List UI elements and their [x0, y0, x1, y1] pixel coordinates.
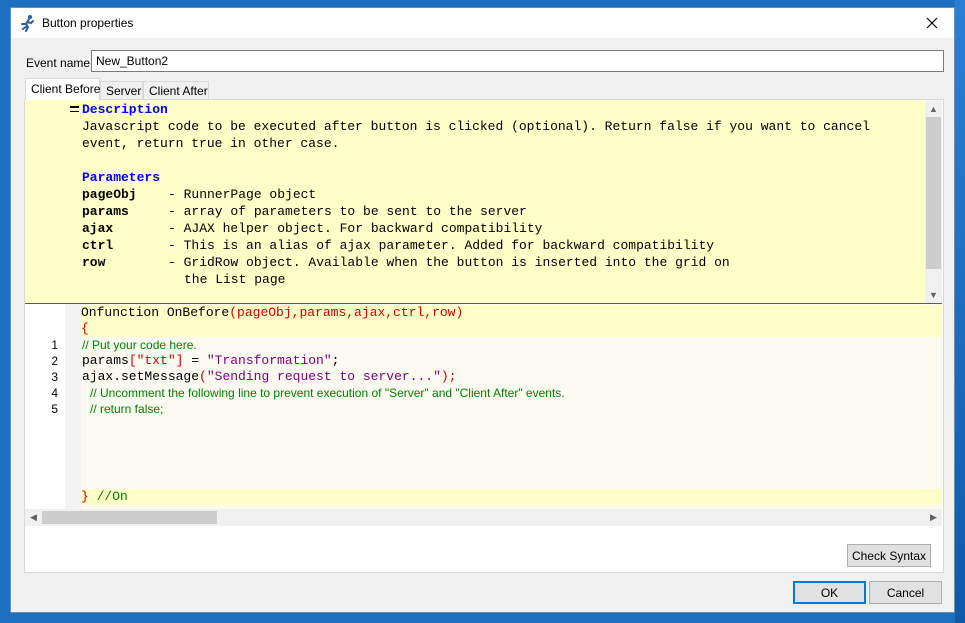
param-row: pageObj: [82, 186, 137, 203]
param-name: pageObj: [82, 187, 137, 202]
code-line: params["txt"] = "Transformation";: [82, 353, 339, 369]
function-args: (pageObj,params,ajax,ctrl,row): [229, 305, 464, 320]
scroll-left-arrow-icon[interactable]: ◀: [25, 509, 42, 526]
dialog-title: Button properties: [42, 16, 134, 30]
cancel-button[interactable]: Cancel: [869, 581, 942, 604]
code-token: params: [82, 353, 129, 368]
description-text-line: event, return true in other case.: [82, 136, 340, 151]
event-name-input[interactable]: [91, 50, 944, 72]
param-desc: - GridRow object. Available when the but…: [168, 255, 730, 270]
line-number: 1: [51, 338, 58, 352]
code-line: // Put your code here.: [82, 338, 197, 352]
code-line: ajax.setMessage("Sending request to serv…: [82, 369, 457, 385]
tab-panel-client-before: Description Javascript code to be execut…: [24, 99, 944, 573]
code-token: ajax.setMessage: [82, 369, 200, 384]
fold-margin: [65, 304, 81, 509]
function-name: Onfunction OnBefore: [81, 305, 230, 320]
desktop-background: [955, 0, 965, 623]
code-token: (: [199, 369, 207, 384]
open-brace: {: [81, 321, 942, 337]
line-number: 2: [51, 354, 58, 368]
description-panel: Description Javascript code to be execut…: [25, 100, 938, 303]
param-row: row: [82, 254, 105, 271]
scroll-right-arrow-icon[interactable]: ▶: [925, 509, 942, 526]
param-row: ajax: [82, 220, 113, 237]
ok-button[interactable]: OK: [793, 581, 866, 604]
scroll-down-arrow-icon[interactable]: ▼: [925, 286, 942, 303]
running-man-icon: [21, 15, 34, 32]
description-heading: Description: [82, 102, 168, 117]
tab-client-after[interactable]: Client After: [143, 81, 209, 99]
param-desc-continued: the List page: [184, 272, 286, 287]
param-name: row: [82, 255, 106, 270]
code-string: "Sending request to server...": [206, 369, 441, 384]
line-number: 5: [51, 402, 58, 416]
scrollbar-thumb[interactable]: [926, 117, 941, 269]
title-bar[interactable]: Button properties: [11, 8, 954, 38]
param-desc: - AJAX helper object. For backward compa…: [168, 221, 543, 236]
horizontal-scrollbar[interactable]: ◀ ▶: [25, 509, 942, 526]
code-line: // Uncomment the following line to preve…: [90, 386, 565, 400]
collapse-icon[interactable]: [70, 106, 79, 112]
function-signature: Onfunction OnBefore(pageObj,params,ajax,…: [81, 305, 942, 321]
code-token: );: [440, 369, 457, 384]
code-token: ;: [331, 353, 340, 368]
param-row: params: [82, 203, 129, 220]
code-token: ["txt"]: [128, 353, 184, 368]
close-brace: }: [81, 489, 89, 504]
footer-comment: //On: [88, 489, 128, 504]
code-editor[interactable]: Onfunction OnBefore(pageObj,params,ajax,…: [25, 304, 942, 509]
button-properties-dialog: Button properties Event name: Client Bef…: [10, 7, 955, 613]
line-number: 3: [51, 370, 58, 384]
close-icon: [926, 17, 938, 29]
tab-server[interactable]: Server: [100, 81, 143, 99]
check-syntax-button[interactable]: Check Syntax: [847, 544, 931, 567]
description-text-line: Javascript code to be executed after but…: [82, 119, 870, 134]
line-number: 4: [51, 386, 58, 400]
code-token: =: [183, 353, 207, 368]
parameters-heading: Parameters: [82, 170, 161, 185]
param-desc: - This is an alias of ajax parameter. Ad…: [168, 238, 715, 253]
code-line: // return false;: [90, 402, 164, 416]
scrollbar-thumb[interactable]: [42, 511, 217, 524]
close-button[interactable]: [910, 8, 954, 38]
param-row: ctrl: [82, 237, 113, 254]
scroll-up-arrow-icon[interactable]: ▲: [925, 100, 942, 117]
param-name: params: [82, 204, 129, 219]
tab-client-before[interactable]: Client Before: [25, 78, 100, 100]
param-desc: - array of parameters to be sent to the …: [168, 204, 527, 219]
description-gutter: [25, 100, 81, 303]
code-string: "Transformation": [206, 353, 332, 368]
param-name: ctrl: [82, 238, 114, 253]
param-name: ajax: [82, 221, 114, 236]
function-footer: } //On: [81, 489, 942, 505]
event-name-label: Event name:: [26, 56, 94, 70]
description-vertical-scrollbar[interactable]: ▲ ▼: [925, 100, 942, 303]
param-desc: - RunnerPage object: [168, 187, 317, 202]
